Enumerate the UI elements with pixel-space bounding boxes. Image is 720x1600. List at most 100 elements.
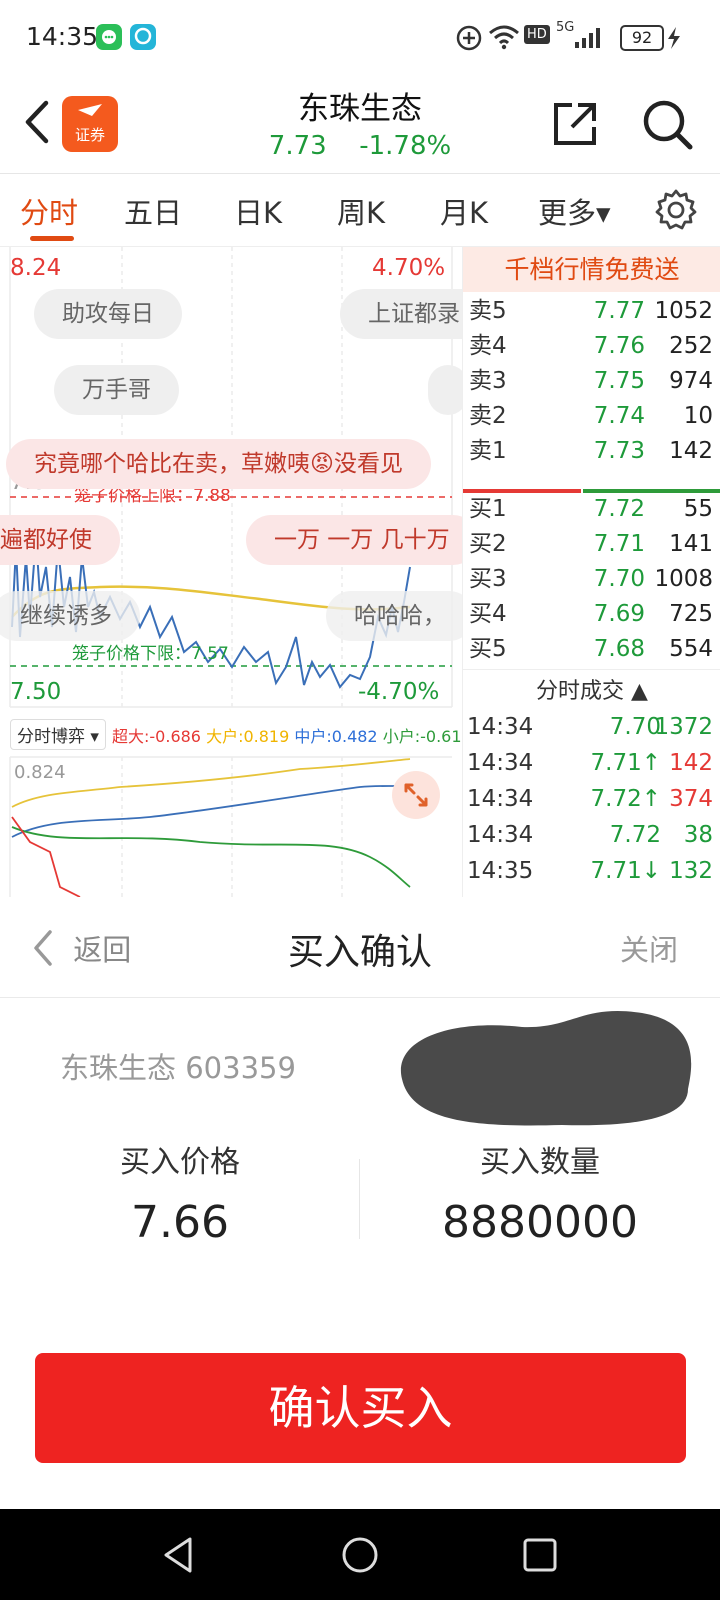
retail-investor-line [11,826,411,888]
indicator-super-large-value: -0.686 [149,727,201,746]
confirm-buy-button[interactable]: 确认买入 [35,1353,686,1463]
nav-recents-button[interactable] [516,1531,564,1579]
expand-chart-button[interactable] [392,771,440,819]
bid-price: 7.70 [593,566,645,592]
tick-time: 14:34 [467,786,534,812]
nav-back-button[interactable] [156,1531,204,1579]
indicator-mid-value: 0.482 [331,727,378,746]
bid-row: 买3 7.70 1008 [463,561,720,597]
bid-volume: 55 [683,496,713,522]
buy-confirm-sheet: 返回 买入确认 关闭 东珠生态 603359 买入价格 7.66 买入数量 88… [0,897,720,1509]
search-button[interactable] [640,97,694,151]
tick-row: 14:34 7.70 1372 [463,709,720,745]
charging-icon [666,26,682,54]
danmaku-bullet[interactable]: 上证都录 [340,289,462,339]
stock-header: 证券 东珠生态 7.73 -1.78% [0,75,720,174]
ask-label: 卖5 [469,298,507,324]
tab-daily-k[interactable]: 日K [234,190,282,232]
tick-price: 7.70 [609,714,661,740]
danmaku-bullet[interactable]: 遍都好使 [0,515,120,565]
chart-settings-button[interactable] [654,188,698,232]
ask-label: 卖2 [469,403,507,429]
ask-volume: 252 [669,333,713,359]
tick-volume: 142 [669,750,713,776]
indicator-large-label: 大户: [206,727,244,746]
indicator-mid-label: 中户: [294,727,332,746]
bid-volume: 1008 [654,566,713,592]
danmaku-bullet[interactable]: 一万 一万 几十万 [246,515,462,565]
tick-time: 14:34 [467,822,534,848]
bid-label: 买5 [469,636,507,662]
bid-price: 7.69 [593,601,645,627]
buy-quantity-value: 8880000 [442,1197,638,1248]
danmaku-bullet[interactable]: 究竟哪个哈比在卖，草嫩咦😡没看见 [6,439,431,489]
stock-change-pct: -1.78% [359,131,452,161]
tab-more[interactable]: 更多▾ [538,190,611,232]
status-bar: 14:35 HD 5G 92 [0,0,720,75]
bid-label: 买2 [469,531,507,557]
bid-row: 买5 7.68 554 [463,631,720,667]
danmaku-bullet[interactable]: 万手哥 [54,365,179,415]
network-type: 5G [556,20,575,35]
indicator-large-value: 0.819 [243,727,290,746]
ask-volume: 10 [683,403,713,429]
indicator-super-large-label: 超大: [112,727,150,746]
lower-limit-label: 笼子价格下限：7.57 [72,644,229,664]
bid-row: 买4 7.69 725 [463,596,720,632]
ask-price: 7.74 [593,403,645,429]
tab-monthly-k[interactable]: 月K [440,190,488,232]
buy-price-value: 7.66 [131,1197,229,1248]
indicator-small-value: -0.615 [420,727,462,746]
sheet-stock-line: 东珠生态 603359 [60,1051,296,1085]
indicator-select[interactable]: 分时博弈 ▾ [10,719,106,750]
bid-label: 买4 [469,601,507,627]
tab-intraday[interactable]: 分时 [20,190,78,232]
tick-volume: 1372 [654,714,713,740]
sheet-close-button[interactable]: 关闭 [620,927,678,969]
wifi-icon [488,24,520,54]
ask-label: 卖4 [469,333,507,359]
tick-volume: 132 [669,858,713,884]
danmaku-bullet[interactable]: 哈哈哈， [326,591,462,641]
promo-banner[interactable]: 千档行情免费送 [463,247,720,292]
ask-price: 7.76 [593,333,645,359]
tick-row: 14:35 7.71↓ 132 [463,853,720,889]
tick-volume: 374 [669,786,713,812]
sub-chart-top-value: 0.824 [14,762,66,783]
order-book: 千档行情免费送 卖5 7.77 1052 卖4 7.76 252 卖3 7.75… [462,247,720,897]
tick-time: 14:34 [467,750,534,776]
tick-row: 14:34 7.72 38 [463,817,720,853]
sheet-header: 返回 买入确认 关闭 [0,897,720,998]
hd-badge: HD [524,25,550,44]
tick-time: 14:35 [467,858,534,884]
danmaku-bullet-partial[interactable] [428,365,462,415]
battery-indicator: 92 [620,25,664,51]
bid-volume: 554 [669,636,713,662]
bid-price: 7.72 [593,496,645,522]
ticks-header[interactable]: 分时成交 ▲ [463,673,720,705]
danmaku-bullet[interactable]: 继续诱多 [0,591,140,641]
buy-quantity-label: 买入数量 [480,1145,600,1180]
ask-row: 卖3 7.75 974 [463,363,720,399]
tick-price: 7.71↓ [590,858,661,884]
large-investor-line [11,758,411,808]
data-saver-icon [455,24,483,56]
nav-home-button[interactable] [336,1531,384,1579]
tick-row: 14:34 7.71↑ 142 [463,745,720,781]
danmaku-bullet[interactable]: 助攻每日 [34,289,182,339]
tab-five-day[interactable]: 五日 [124,190,182,232]
stock-price-line: 7.73 -1.78% [0,131,720,161]
intraday-chart[interactable]: 8.24 4.70% 7.87 7.50 -4.70% 笼子价格上限：7.88 … [0,247,462,897]
chart-bottom-pct: -4.70% [358,679,440,705]
active-tab-underline [30,236,74,241]
bid-row: 买1 7.72 55 [463,491,720,527]
bid-price: 7.71 [593,531,645,557]
ask-label: 卖3 [469,368,507,394]
share-button[interactable] [550,99,600,149]
ask-price: 7.75 [593,368,645,394]
ask-row: 卖2 7.74 10 [463,398,720,434]
tab-weekly-k[interactable]: 周K [337,190,385,232]
super-large-investor-line [11,816,81,897]
tick-price: 7.72 [609,822,661,848]
ask-label: 卖1 [469,438,507,464]
